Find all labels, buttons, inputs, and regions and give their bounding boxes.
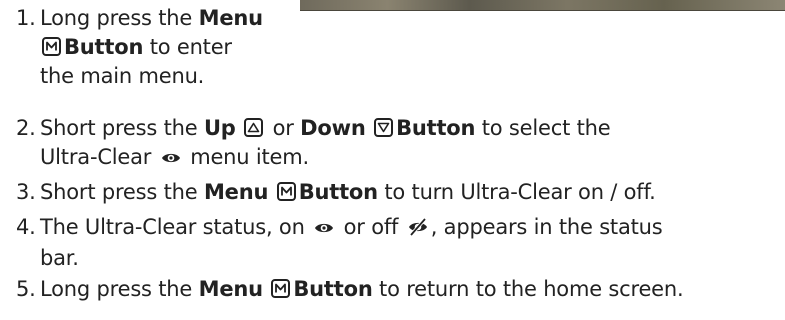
step-number: 4.	[16, 215, 36, 239]
up-label: Up	[203, 116, 236, 140]
step-text: bar.	[40, 246, 79, 270]
menu-label: Menu	[198, 277, 263, 301]
instruction-step-5: 5. Long press the Menu Button to return t…	[16, 275, 684, 304]
button-label: Button	[298, 180, 378, 204]
step-text: menu item.	[183, 145, 310, 169]
step-number: 2.	[16, 116, 36, 140]
step-text: or	[266, 116, 301, 140]
step-text: Long press the	[40, 6, 199, 30]
step-text: to select the	[475, 116, 611, 140]
menu-button-icon	[271, 279, 291, 298]
step-text: The Ultra-Clear status, on	[40, 215, 312, 239]
instruction-step-3: 3. Short press the Menu Button to turn Ul…	[16, 178, 656, 207]
step-text: , appears in the status	[430, 215, 663, 239]
instruction-step-4: 4. The Ultra-Clear status, on or off , ap…	[16, 213, 663, 273]
instruction-step-1: 1. Long press the Menu Button to enter th…	[16, 4, 263, 91]
button-label: Button	[396, 116, 476, 140]
menu-label: Menu	[198, 6, 263, 30]
step-number: 5.	[16, 277, 36, 301]
step-text: to return to the home screen.	[372, 277, 684, 301]
up-button-icon	[244, 118, 264, 137]
step-number: 3.	[16, 180, 36, 204]
ultra-clear-off-icon	[408, 215, 428, 244]
step-text: to turn Ultra-Clear on / off.	[377, 180, 656, 204]
instruction-step-2: 2. Short press the Up or Down Button to s…	[16, 114, 611, 174]
camera-photo-edge	[300, 0, 785, 11]
menu-label: Menu	[203, 180, 269, 204]
step-text: or off	[337, 215, 405, 239]
down-button-icon	[374, 118, 394, 137]
step-text: Long press the	[40, 277, 199, 301]
step-text: Ultra-Clear	[40, 145, 152, 169]
down-label: Down	[300, 116, 366, 140]
button-label: Button	[293, 277, 373, 301]
menu-button-icon	[276, 182, 296, 201]
step-text: Short press the	[40, 180, 204, 204]
menu-button-icon	[42, 37, 61, 56]
step-number: 1.	[16, 6, 36, 30]
ultra-clear-on-icon	[161, 145, 181, 174]
step-text: the main menu.	[40, 64, 205, 88]
step-text: Short press the	[40, 116, 204, 140]
ultra-clear-on-icon	[314, 215, 334, 244]
step-text: to enter	[143, 35, 232, 59]
button-label: Button	[64, 35, 144, 59]
